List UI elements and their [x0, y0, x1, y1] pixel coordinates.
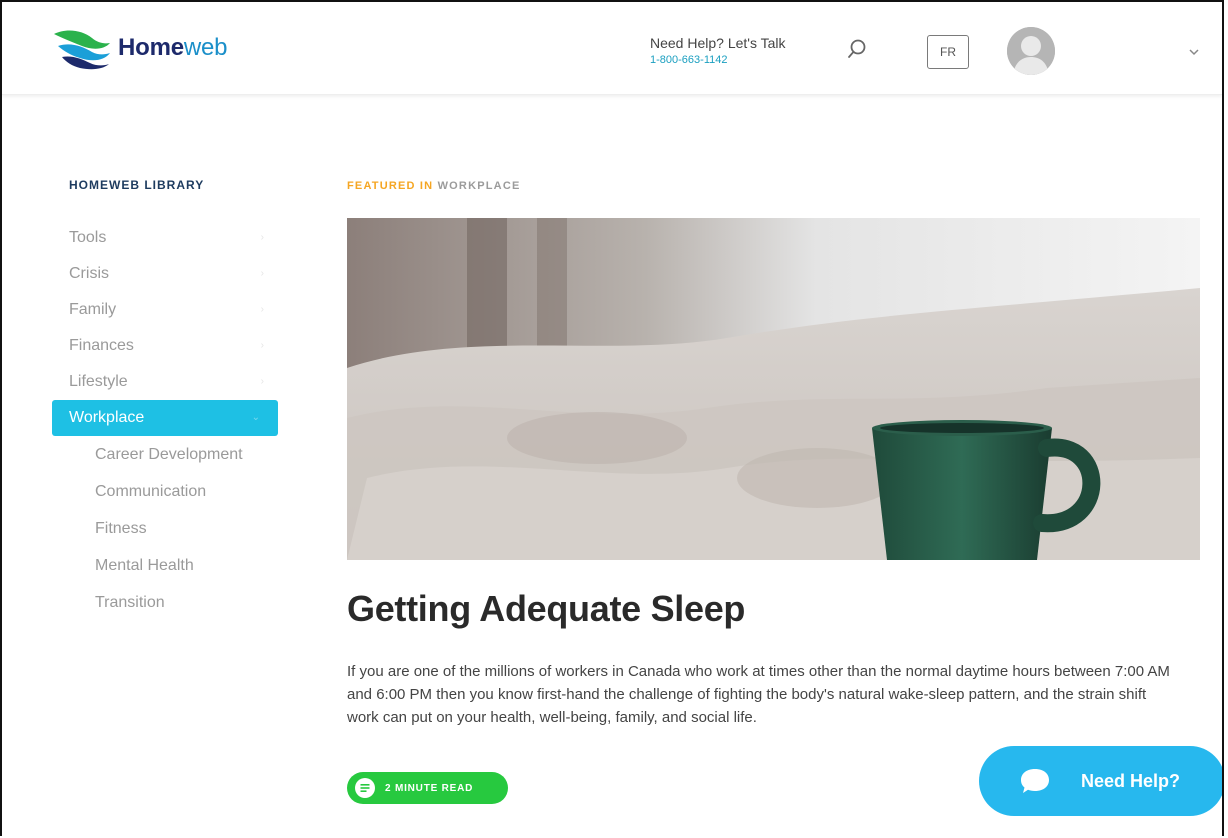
sidebar-item-label: Finances: [69, 337, 134, 354]
sidebar-item-tools[interactable]: Tools ›: [52, 220, 282, 256]
article-icon: [355, 778, 375, 798]
library-sidebar: HOMEWEB LIBRARY Tools › Crisis › Family …: [52, 178, 282, 621]
hero-illustration: [347, 218, 1200, 560]
avatar-silhouette-icon: [1007, 27, 1055, 75]
sidebar-item-finances[interactable]: Finances ›: [52, 328, 282, 364]
sidebar-heading: HOMEWEB LIBRARY: [69, 178, 205, 192]
logo-hand-icon: [54, 30, 110, 70]
featured-category-link[interactable]: WORKPLACE: [438, 180, 521, 192]
app-frame: Homeweb Need Help? Let's Talk 1-800-663-…: [0, 0, 1224, 836]
sidebar-item-label: Crisis: [69, 265, 109, 282]
user-avatar[interactable]: [1007, 27, 1055, 75]
chevron-right-icon: ›: [260, 376, 264, 387]
featured-in-text: FEATURED IN: [347, 180, 434, 192]
chevron-right-icon: ›: [260, 268, 264, 279]
help-phone-link[interactable]: 1-800-663-1142: [650, 53, 786, 67]
logo-wordmark: Homeweb: [118, 34, 228, 61]
sidebar-item-label: Lifestyle: [69, 373, 128, 390]
chevron-down-icon[interactable]: [1188, 46, 1200, 58]
sidebar-subitem-career-development[interactable]: Career Development: [52, 436, 282, 473]
help-contact: Need Help? Let's Talk 1-800-663-1142: [650, 35, 786, 67]
chevron-down-icon: ⌄: [251, 412, 260, 423]
article-title: Getting Adequate Sleep: [347, 588, 746, 629]
chevron-right-icon: ›: [260, 304, 264, 315]
sidebar-subitem-mental-health[interactable]: Mental Health: [52, 547, 282, 584]
chat-bubble-icon: [1021, 769, 1049, 793]
read-time-badge: 2 MINUTE READ: [347, 772, 508, 804]
homeweb-logo[interactable]: Homeweb: [52, 26, 228, 70]
search-icon[interactable]: [846, 38, 868, 60]
sidebar-item-label: Family: [69, 301, 117, 318]
sidebar-item-family[interactable]: Family ›: [52, 292, 282, 328]
sidebar-subitem-fitness[interactable]: Fitness: [52, 510, 282, 547]
featured-label: FEATURED IN WORKPLACE: [347, 180, 521, 192]
sidebar-item-label: Workplace: [69, 409, 145, 426]
sidebar-subitem-communication[interactable]: Communication: [52, 473, 282, 510]
sidebar-item-label: Tools: [69, 229, 107, 246]
need-help-label: Need Help?: [1081, 770, 1181, 791]
sidebar-item-workplace[interactable]: Workplace ⌄: [52, 400, 278, 436]
top-header: Homeweb Need Help? Let's Talk 1-800-663-…: [2, 2, 1222, 95]
article-intro: If you are one of the millions of worker…: [347, 663, 1170, 726]
help-title: Need Help? Let's Talk: [650, 35, 786, 51]
chevron-right-icon: ›: [260, 232, 264, 243]
sidebar-item-lifestyle[interactable]: Lifestyle ›: [52, 364, 282, 400]
read-time-label: 2 MINUTE READ: [385, 782, 474, 794]
sidebar-item-crisis[interactable]: Crisis ›: [52, 256, 282, 292]
need-help-button[interactable]: Need Help?: [979, 746, 1222, 816]
article-hero-image: [347, 218, 1200, 560]
sidebar-subitem-transition[interactable]: Transition: [52, 584, 282, 621]
language-toggle-button[interactable]: FR: [927, 35, 969, 69]
chevron-right-icon: ›: [260, 340, 264, 351]
